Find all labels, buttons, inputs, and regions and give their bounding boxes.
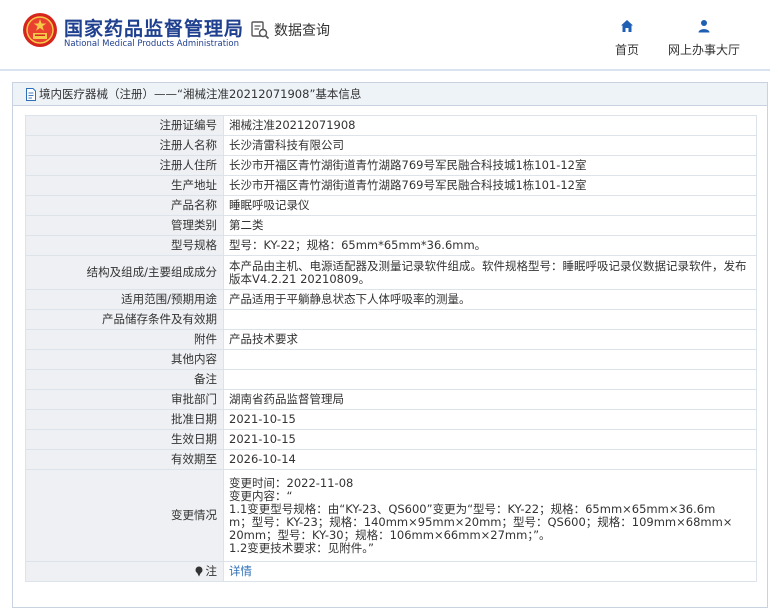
table-row: 生效日期 2021-10-15: [25, 429, 757, 450]
nav-home-label: 首页: [614, 43, 639, 57]
table-row: 注册人住所 长沙市开福区青竹湖街道青竹湖路769号军民融合科技城1栋101-12…: [25, 155, 757, 176]
table-row: 管理类别 第二类: [25, 215, 757, 236]
note-value-cell: 详情: [223, 561, 757, 582]
change-line: m；型号：KY-23；规格：140mm×95mm×20mm；型号：QS600；规…: [229, 514, 733, 529]
registration-number: 湘械注准20212071908: [223, 115, 757, 136]
change-line: 20mm；型号：KY-30；规格：106mm×66mm×27mm；”。: [229, 527, 551, 542]
table-row: 附件 产品技术要求: [25, 329, 757, 350]
table-row: 有效期至 2026-10-14: [25, 449, 757, 470]
detail-panel: 境内医疗器械（注册）——“湘械注准20212071908”基本信息 注册证编号 …: [12, 82, 768, 608]
other-content: [223, 349, 757, 370]
document-icon: [26, 87, 36, 101]
panel-title: 境内医疗器械（注册）——“湘械注准20212071908”基本信息: [39, 87, 362, 101]
row-label: 注册人名称: [25, 135, 224, 156]
table-row: 型号规格 型号：KY-22；规格：65mm*65mm*36.6mm。: [25, 235, 757, 256]
row-label: 生产地址: [25, 175, 224, 196]
row-label: 有效期至: [25, 449, 224, 470]
table-row: 其他内容: [25, 349, 757, 370]
row-label: 审批部门: [25, 389, 224, 410]
approval-date: 2021-10-15: [223, 409, 757, 430]
table-row: 结构及组成/主要组成成分 本产品由主机、电源适配器及测量记录软件组成。软件规格型…: [25, 255, 757, 290]
model-spec: 型号：KY-22；规格：65mm*65mm*36.6mm。: [223, 235, 757, 256]
table-row: 注册人名称 长沙清雷科技有限公司: [25, 135, 757, 156]
row-label: 结构及组成/主要组成成分: [25, 255, 224, 290]
person-icon: [698, 20, 710, 33]
change-line: 1.1变更型号规格：由“KY-23、QS600”变更为“型号：KY-22；规格：…: [229, 501, 716, 516]
table-row: 备注: [25, 369, 757, 390]
row-label: 变更情况: [25, 469, 224, 562]
change-details: 变更时间：2022-11-08 变更内容：“ 1.1变更型号规格：由“KY-23…: [223, 469, 757, 562]
site-name-cn: 国家药品监督管理局: [64, 18, 245, 40]
row-label: 产品名称: [25, 195, 224, 216]
table-row: 注册证编号 湘械注准20212071908: [25, 115, 757, 136]
intended-use: 产品适用于平躺静息状态下人体呼吸率的测量。: [223, 289, 757, 310]
table-row: 生产地址 长沙市开福区青竹湖街道青竹湖路769号军民融合科技城1栋101-12室: [25, 175, 757, 196]
pin-icon: [195, 566, 202, 577]
row-label: 注册证编号: [25, 115, 224, 136]
table-row: 产品储存条件及有效期: [25, 309, 757, 330]
row-label: 产品储存条件及有效期: [25, 309, 224, 330]
row-label: 适用范围/预期用途: [25, 289, 224, 310]
details-link[interactable]: 详情: [229, 564, 252, 578]
nav-online-hall[interactable]: 网上办事大厅: [664, 18, 744, 58]
info-table: 注册证编号 湘械注准20212071908 注册人名称 长沙清雷科技有限公司 注…: [25, 115, 757, 582]
product-name: 睡眠呼吸记录仪: [223, 195, 757, 216]
note-label: 注: [205, 564, 218, 578]
approval-department: 湖南省药品监督管理局: [223, 389, 757, 410]
row-label: 型号规格: [25, 235, 224, 256]
table-row: 适用范围/预期用途 产品适用于平躺静息状态下人体呼吸率的测量。: [25, 289, 757, 310]
database-query-label: 数据查询: [274, 23, 330, 39]
nav-home[interactable]: 首页: [607, 18, 647, 58]
structure-composition: 本产品由主机、电源适配器及测量记录软件组成。软件规格型号：睡眠呼吸记录仪数据记录…: [223, 255, 757, 290]
table-row: 审批部门 湖南省药品监督管理局: [25, 389, 757, 410]
table-row: 产品名称 睡眠呼吸记录仪: [25, 195, 757, 216]
change-line: 变更内容：“: [229, 488, 293, 503]
table-row: 注 详情: [25, 561, 757, 582]
site-name-en: National Medical Products Administration: [64, 39, 239, 49]
table-row: 批准日期 2021-10-15: [25, 409, 757, 430]
nav-online-hall-label: 网上办事大厅: [667, 43, 740, 57]
expiry-date: 2026-10-14: [223, 449, 757, 470]
registrant-name: 长沙清雷科技有限公司: [223, 135, 757, 156]
attachment: 产品技术要求: [223, 329, 757, 350]
table-row: 变更情况 变更时间：2022-11-08 变更内容：“ 1.1变更型号规格：由“…: [25, 469, 757, 562]
row-label: 管理类别: [25, 215, 224, 236]
registrant-address: 长沙市开福区青竹湖街道青竹湖路769号军民融合科技城1栋101-12室: [223, 155, 757, 176]
row-label: 备注: [25, 369, 224, 390]
database-search-icon: [251, 21, 270, 40]
change-line: 1.2变更技术要求：见附件。”: [229, 540, 374, 555]
note-label-cell: 注: [25, 561, 224, 582]
national-emblem-icon: [23, 13, 57, 47]
row-label: 生效日期: [25, 429, 224, 450]
production-address: 长沙市开福区青竹湖街道青竹湖路769号军民融合科技城1栋101-12室: [223, 175, 757, 196]
storage-conditions: [223, 309, 757, 330]
site-header: 国家药品监督管理局 National Medical Products Admi…: [0, 0, 770, 71]
home-icon: [621, 20, 633, 32]
panel-title-bar: 境内医疗器械（注册）——“湘械注准20212071908”基本信息: [13, 83, 767, 106]
row-label: 其他内容: [25, 349, 224, 370]
effective-date: 2021-10-15: [223, 429, 757, 450]
row-label: 批准日期: [25, 409, 224, 430]
row-label: 注册人住所: [25, 155, 224, 176]
change-line: 变更时间：2022-11-08: [229, 475, 354, 490]
database-query-link[interactable]: 数据查询: [250, 20, 330, 40]
remark: [223, 369, 757, 390]
row-label: 附件: [25, 329, 224, 350]
management-category: 第二类: [223, 215, 757, 236]
